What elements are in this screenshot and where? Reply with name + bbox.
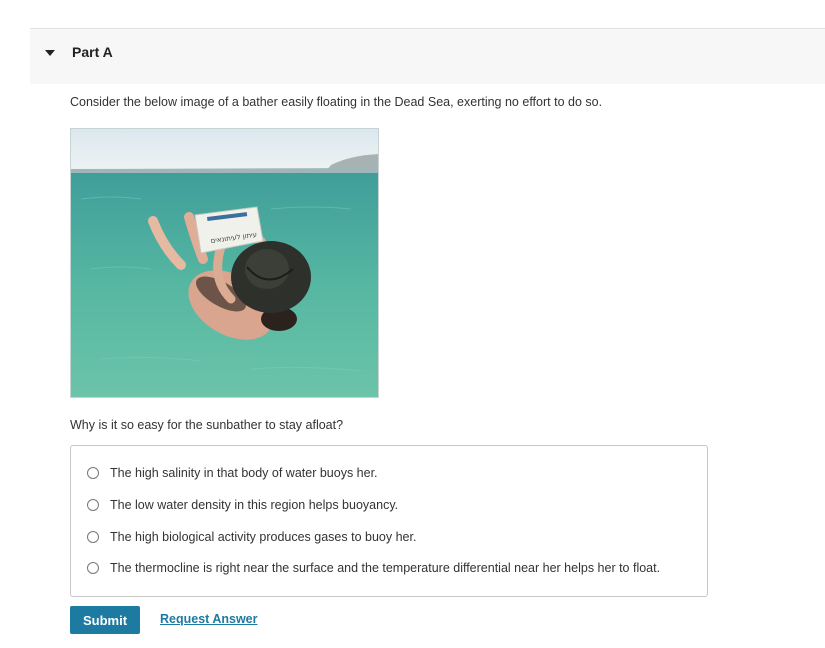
request-answer-link[interactable]: Request Answer <box>160 612 257 626</box>
caret-down-icon[interactable] <box>44 48 56 58</box>
option-3[interactable]: The high biological activity produces ga… <box>87 527 416 547</box>
radio-button[interactable] <box>87 467 99 479</box>
option-4[interactable]: The thermocline is right near the surfac… <box>87 558 660 578</box>
question-text: Why is it so easy for the sunbather to s… <box>70 418 344 432</box>
part-header[interactable]: Part A <box>30 28 825 84</box>
option-1[interactable]: The high salinity in that body of water … <box>87 463 378 483</box>
radio-button[interactable] <box>87 531 99 543</box>
option-label: The high biological activity produces ga… <box>110 530 417 544</box>
option-2[interactable]: The low water density in this region hel… <box>87 495 398 515</box>
option-label: The high salinity in that body of water … <box>110 466 378 480</box>
answer-options: The high salinity in that body of water … <box>70 445 708 597</box>
option-label: The thermocline is right near the surfac… <box>110 561 661 575</box>
option-label: The low water density in this region hel… <box>110 498 399 512</box>
submit-button[interactable]: Submit <box>70 606 140 634</box>
radio-button[interactable] <box>87 562 99 574</box>
intro-text: Consider the below image of a bather eas… <box>70 95 603 109</box>
radio-button[interactable] <box>87 499 99 511</box>
dead-sea-photo: עיתון לעיתונאים <box>70 128 379 398</box>
part-title: Part A <box>72 44 113 60</box>
